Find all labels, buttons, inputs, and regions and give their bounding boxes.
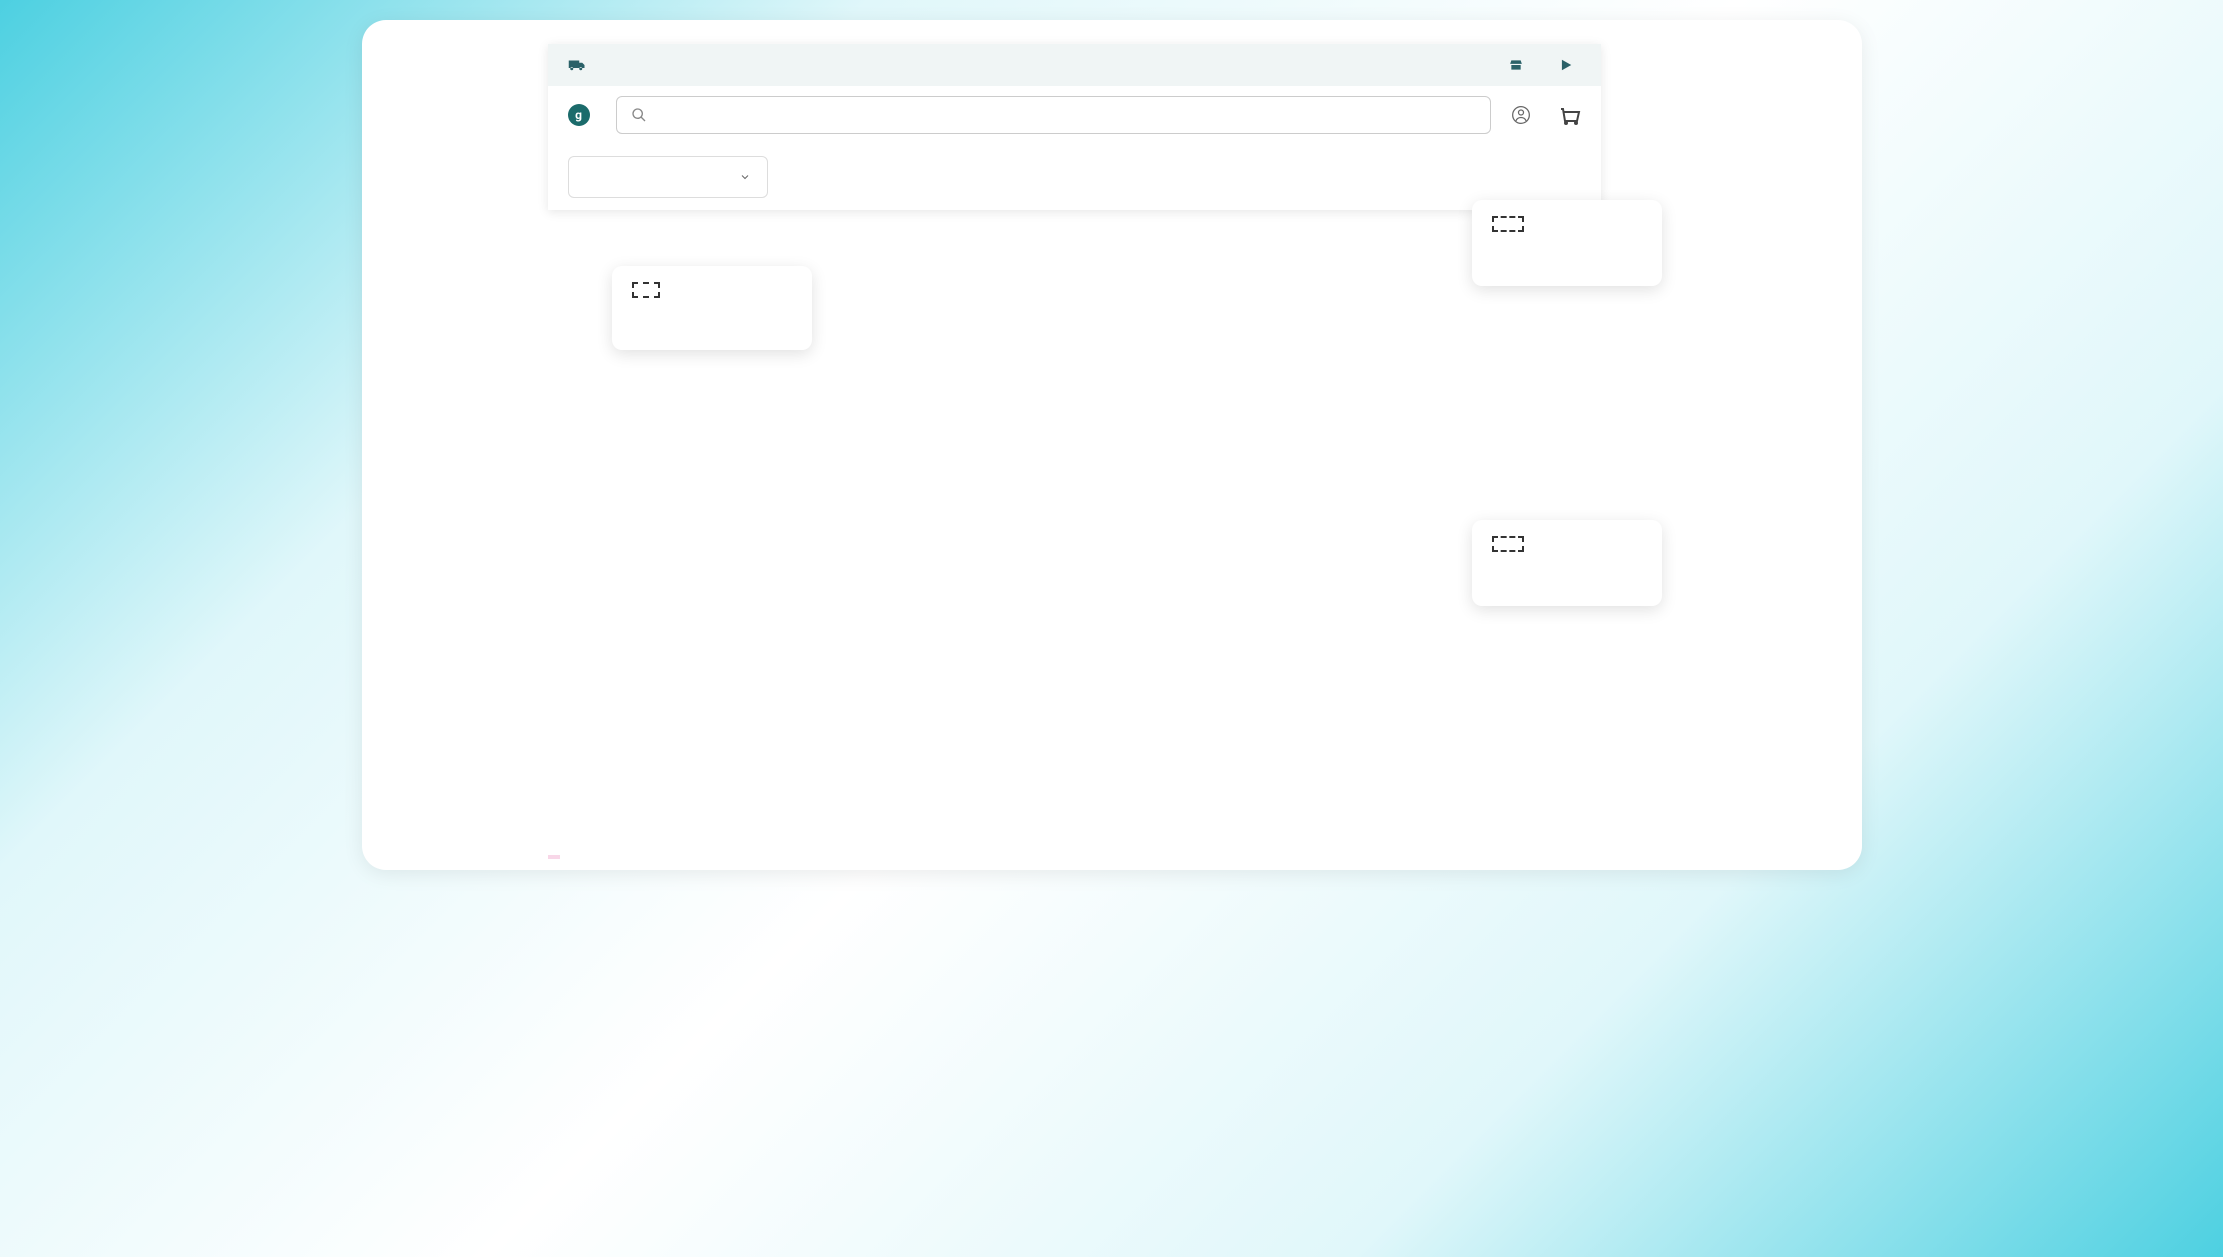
search-icon	[631, 107, 647, 123]
signin-link[interactable]	[1511, 105, 1537, 125]
user-icon	[1511, 105, 1531, 125]
play-icon	[1559, 58, 1573, 72]
design-filter-panel	[612, 266, 812, 350]
design-filter-title	[632, 282, 660, 298]
store-icon	[1509, 58, 1523, 72]
truck-icon	[568, 58, 586, 72]
fabric-filter[interactable]	[568, 156, 768, 198]
cart-icon[interactable]	[1557, 103, 1581, 127]
rating-filter-title	[1492, 536, 1524, 552]
rating-filter-panel	[1472, 520, 1662, 606]
become-supplier-link[interactable]	[1509, 58, 1531, 72]
chevron-down-icon	[739, 171, 751, 183]
logo-icon: g	[568, 104, 590, 126]
logo[interactable]: g	[568, 104, 596, 126]
download-app-link[interactable]	[1559, 58, 1581, 72]
price-filter-panel	[1472, 200, 1662, 286]
url-fragment	[548, 855, 560, 859]
search-bar[interactable]	[616, 96, 1491, 134]
product-grid	[784, 156, 1581, 198]
price-filter-title	[1492, 216, 1524, 232]
